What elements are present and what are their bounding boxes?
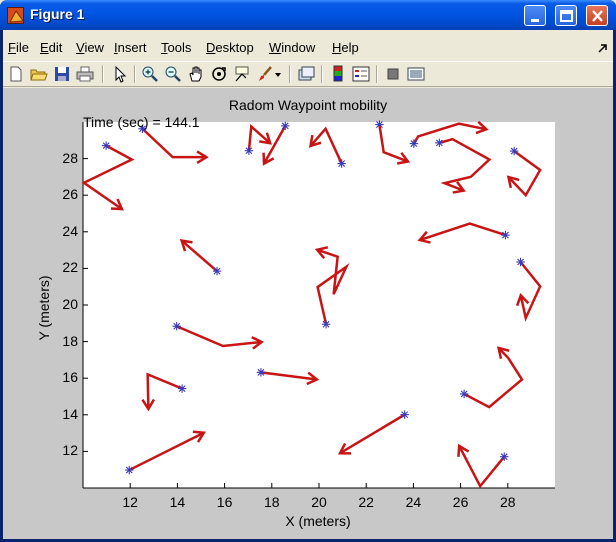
node-trajectory (463, 346, 524, 409)
node-trajectory (439, 137, 492, 194)
x-tick-label: 16 (216, 494, 233, 510)
trajectory-path (180, 239, 218, 273)
trajectory-path (316, 248, 350, 325)
trajectory-path (463, 347, 524, 409)
plot-title: Radom Waypoint mobility (228, 97, 388, 113)
node-trajectory (308, 126, 343, 165)
node-marker (459, 389, 469, 399)
node-marker (501, 230, 510, 240)
y-tick-label: 24 (62, 222, 78, 239)
trajectory-path (507, 150, 542, 198)
node-trajectory (176, 325, 265, 350)
y-tick-label: 20 (62, 296, 78, 312)
node-marker (509, 146, 519, 156)
trajectory-path (128, 431, 205, 472)
time-text: Time (sec) = 144.1 (83, 114, 200, 130)
y-tick-label: 22 (62, 259, 78, 276)
node-trajectory (81, 144, 135, 211)
node-marker (321, 320, 331, 329)
node-marker (172, 322, 181, 331)
y-tick-label: 14 (62, 405, 78, 422)
node-marker (101, 141, 111, 150)
trajectory-path (262, 125, 287, 165)
trajectory-path (339, 413, 406, 455)
node-marker (281, 121, 290, 131)
y-tick-label: 18 (62, 332, 78, 349)
x-tick-label: 18 (264, 494, 280, 510)
node-trajectory (515, 261, 542, 322)
node-trajectory (260, 371, 320, 386)
node-marker (212, 266, 222, 276)
node-trajectory (247, 124, 272, 151)
node-marker (244, 146, 254, 155)
node-trajectory (179, 239, 218, 273)
x-tick-label: 24 (405, 494, 422, 510)
node-marker (409, 139, 419, 148)
node-marker (125, 465, 134, 475)
node-trajectory (141, 127, 209, 164)
y-tick-label: 28 (62, 149, 78, 166)
trajectory-path (439, 137, 492, 192)
x-axis-label: X (meters) (285, 513, 351, 529)
x-tick-label: 22 (358, 494, 374, 510)
trajectory-path (176, 325, 262, 348)
trajectory-path (309, 126, 343, 165)
x-tick-label: 28 (500, 494, 516, 510)
node-marker (177, 384, 187, 393)
y-tick-label: 12 (62, 442, 78, 459)
trajectory-path (141, 127, 207, 159)
node-marker (516, 257, 525, 267)
axes-frame (82, 122, 555, 489)
trajectory-path (81, 144, 135, 211)
x-tick-label: 20 (311, 494, 327, 510)
y-tick-label: 26 (62, 186, 78, 203)
x-tick-label: 26 (452, 494, 469, 510)
trajectory-path (247, 124, 271, 151)
node-marker (500, 452, 509, 461)
node-trajectory (141, 372, 183, 412)
node-trajectory (417, 222, 506, 244)
y-tick-label: 16 (62, 369, 78, 386)
node-marker (375, 120, 384, 129)
trajectory-path (419, 222, 506, 242)
node-trajectory (314, 246, 350, 325)
node-marker (400, 410, 409, 419)
plot-layer (81, 120, 555, 489)
node-marker (337, 159, 346, 168)
node-trajectory (262, 125, 287, 166)
trajectory-path (519, 261, 542, 322)
node-trajectory (337, 413, 406, 455)
trajectory-path (458, 445, 506, 489)
node-marker (256, 368, 266, 377)
x-tick-label: 14 (169, 494, 186, 510)
node-trajectory (378, 124, 411, 165)
x-tick-label: 12 (122, 494, 138, 510)
node-marker (435, 138, 444, 148)
node-trajectory (457, 443, 506, 489)
node-trajectory (506, 150, 542, 198)
node-trajectory (128, 430, 206, 472)
